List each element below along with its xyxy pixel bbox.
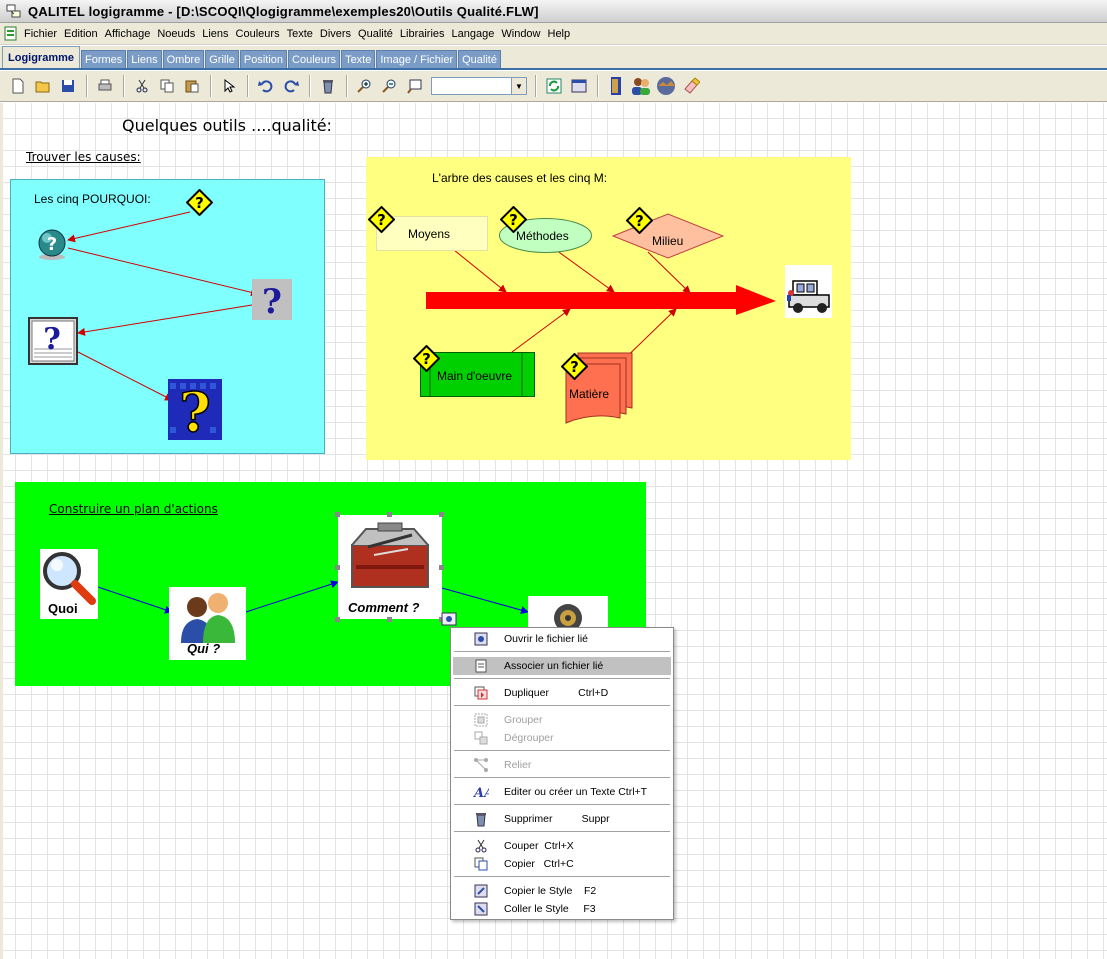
selection-handle[interactable] [335, 512, 340, 517]
svg-text:?: ? [179, 380, 211, 440]
question-badge-icon[interactable]: ? [626, 207, 653, 234]
gears-icon [554, 604, 582, 632]
node-qui[interactable]: Qui ? [169, 587, 246, 660]
ctx-copier-label: Copier Ctrl+C [504, 858, 574, 870]
link-methodes[interactable] [555, 249, 615, 293]
link-moyens[interactable] [453, 249, 507, 293]
duplicate-icon [474, 686, 488, 700]
car-icon[interactable] [785, 265, 832, 318]
ctx-supprimer[interactable]: Supprimer Suppr [453, 810, 671, 828]
link-q3-q4[interactable] [77, 304, 253, 336]
selection-handle[interactable] [335, 565, 340, 570]
node-quoi-label: Quoi [48, 601, 78, 616]
group-icon [474, 713, 488, 727]
ctx-dupliquer-label: Dupliquer Ctrl+D [504, 687, 609, 699]
ctx-ouvrir-fichier-label: Ouvrir le fichier lié [504, 633, 589, 645]
ctx-grouper-label: Grouper [504, 714, 543, 726]
link-quoi-qui[interactable] [97, 586, 173, 614]
ctx-relier[interactable]: Relier [453, 756, 671, 774]
node-quoi[interactable]: Quoi [40, 549, 98, 619]
link-q1-q2[interactable] [67, 211, 191, 243]
selection-handle[interactable] [439, 565, 444, 570]
link-q2-q3[interactable] [67, 247, 259, 297]
node-qui-label: Qui ? [187, 641, 221, 656]
ctx-associer-fichier[interactable]: Associer un fichier lié [453, 657, 671, 675]
help-big-question-icon[interactable]: ? [168, 379, 222, 440]
selection-handle[interactable] [335, 617, 340, 622]
trash-icon [476, 813, 486, 827]
ctx-couper[interactable]: Couper Ctrl+X [453, 837, 671, 855]
selection-handle[interactable] [387, 617, 392, 622]
copy-icon [474, 857, 488, 871]
eye-icon [474, 632, 488, 646]
node-comment[interactable]: Comment ? [338, 515, 442, 619]
svg-text:AA: AA [473, 786, 489, 800]
ctx-copier-style[interactable]: Copier le Style F2 [453, 882, 671, 900]
ctx-coller-style-label: Coller le Style F3 [504, 903, 596, 915]
ctx-grouper[interactable]: Grouper [453, 711, 671, 729]
svg-text:?: ? [422, 350, 431, 368]
users-icon [181, 593, 235, 643]
selection-handle[interactable] [387, 512, 392, 517]
ctx-ouvrir-fichier[interactable]: Ouvrir le fichier lié [453, 630, 671, 648]
question-badge-icon[interactable]: ? [413, 345, 440, 372]
context-menu: Ouvrir le fichier lié Associer un fichie… [450, 627, 674, 920]
question-badge-icon[interactable]: ? [500, 206, 527, 233]
text-icon: AA [473, 786, 489, 800]
link-q4-q5[interactable] [77, 351, 173, 401]
selection-handle[interactable] [439, 512, 444, 517]
question-badge-icon[interactable]: ? [368, 206, 395, 233]
link-comment-next[interactable] [441, 587, 529, 614]
fishbone-spine[interactable] [426, 285, 776, 315]
svg-text:?: ? [635, 212, 644, 230]
question-badge-icon[interactable]: ? [561, 353, 588, 380]
ctx-associer-fichier-label: Associer un fichier lié [504, 660, 604, 672]
scissors-icon [475, 839, 487, 853]
magnifier-icon [43, 552, 96, 605]
ctx-couper-label: Couper Ctrl+X [504, 840, 574, 852]
connect-icon [474, 758, 488, 772]
ctx-degrouper[interactable]: Dégrouper [453, 729, 671, 747]
question-badge-icon[interactable]: ? [186, 189, 213, 216]
svg-text:?: ? [195, 194, 204, 212]
ctx-editer-texte[interactable]: AA Editer ou créer un Texte Ctrl+T [453, 783, 671, 801]
node-moyens-label: Moyens [408, 227, 451, 241]
svg-text:?: ? [47, 234, 57, 255]
ctx-relier-label: Relier [504, 759, 532, 771]
ctx-coller-style[interactable]: Coller le Style F3 [453, 900, 671, 918]
link-file-icon [475, 659, 487, 673]
ctx-supprimer-label: Supprimer Suppr [504, 813, 610, 825]
svg-text:?: ? [377, 211, 386, 229]
svg-text:?: ? [509, 211, 518, 229]
help-document-icon[interactable]: ? [28, 317, 78, 365]
node-comment-label: Comment ? [348, 600, 420, 615]
svg-text:?: ? [43, 322, 61, 357]
node-next[interactable] [528, 596, 608, 632]
node-main-oeuvre-label: Main d'oeuvre [437, 369, 512, 383]
ungroup-icon [474, 731, 488, 745]
svg-text:?: ? [570, 358, 579, 376]
ctx-editer-texte-label: Editer ou créer un Texte Ctrl+T [504, 786, 648, 798]
ctx-degrouper-label: Dégrouper [504, 732, 554, 744]
link-qui-comment[interactable] [245, 580, 339, 613]
node-matiere-label: Matière [569, 387, 610, 401]
eye-icon [441, 612, 457, 626]
help-globe-icon[interactable]: ? [35, 228, 69, 260]
link-main-oeuvre[interactable] [511, 308, 571, 353]
node-milieu-label: Milieu [652, 234, 684, 248]
toolbox-icon [351, 522, 429, 588]
help-question-icon[interactable]: ? [252, 279, 292, 322]
ctx-copier-style-label: Copier le Style F2 [504, 885, 597, 897]
ctx-copier[interactable]: Copier Ctrl+C [453, 855, 671, 873]
svg-text:?: ? [262, 282, 282, 320]
ctx-dupliquer[interactable]: Dupliquer Ctrl+D [453, 684, 671, 702]
copy-style-icon [474, 884, 488, 898]
paste-style-icon [474, 902, 488, 916]
